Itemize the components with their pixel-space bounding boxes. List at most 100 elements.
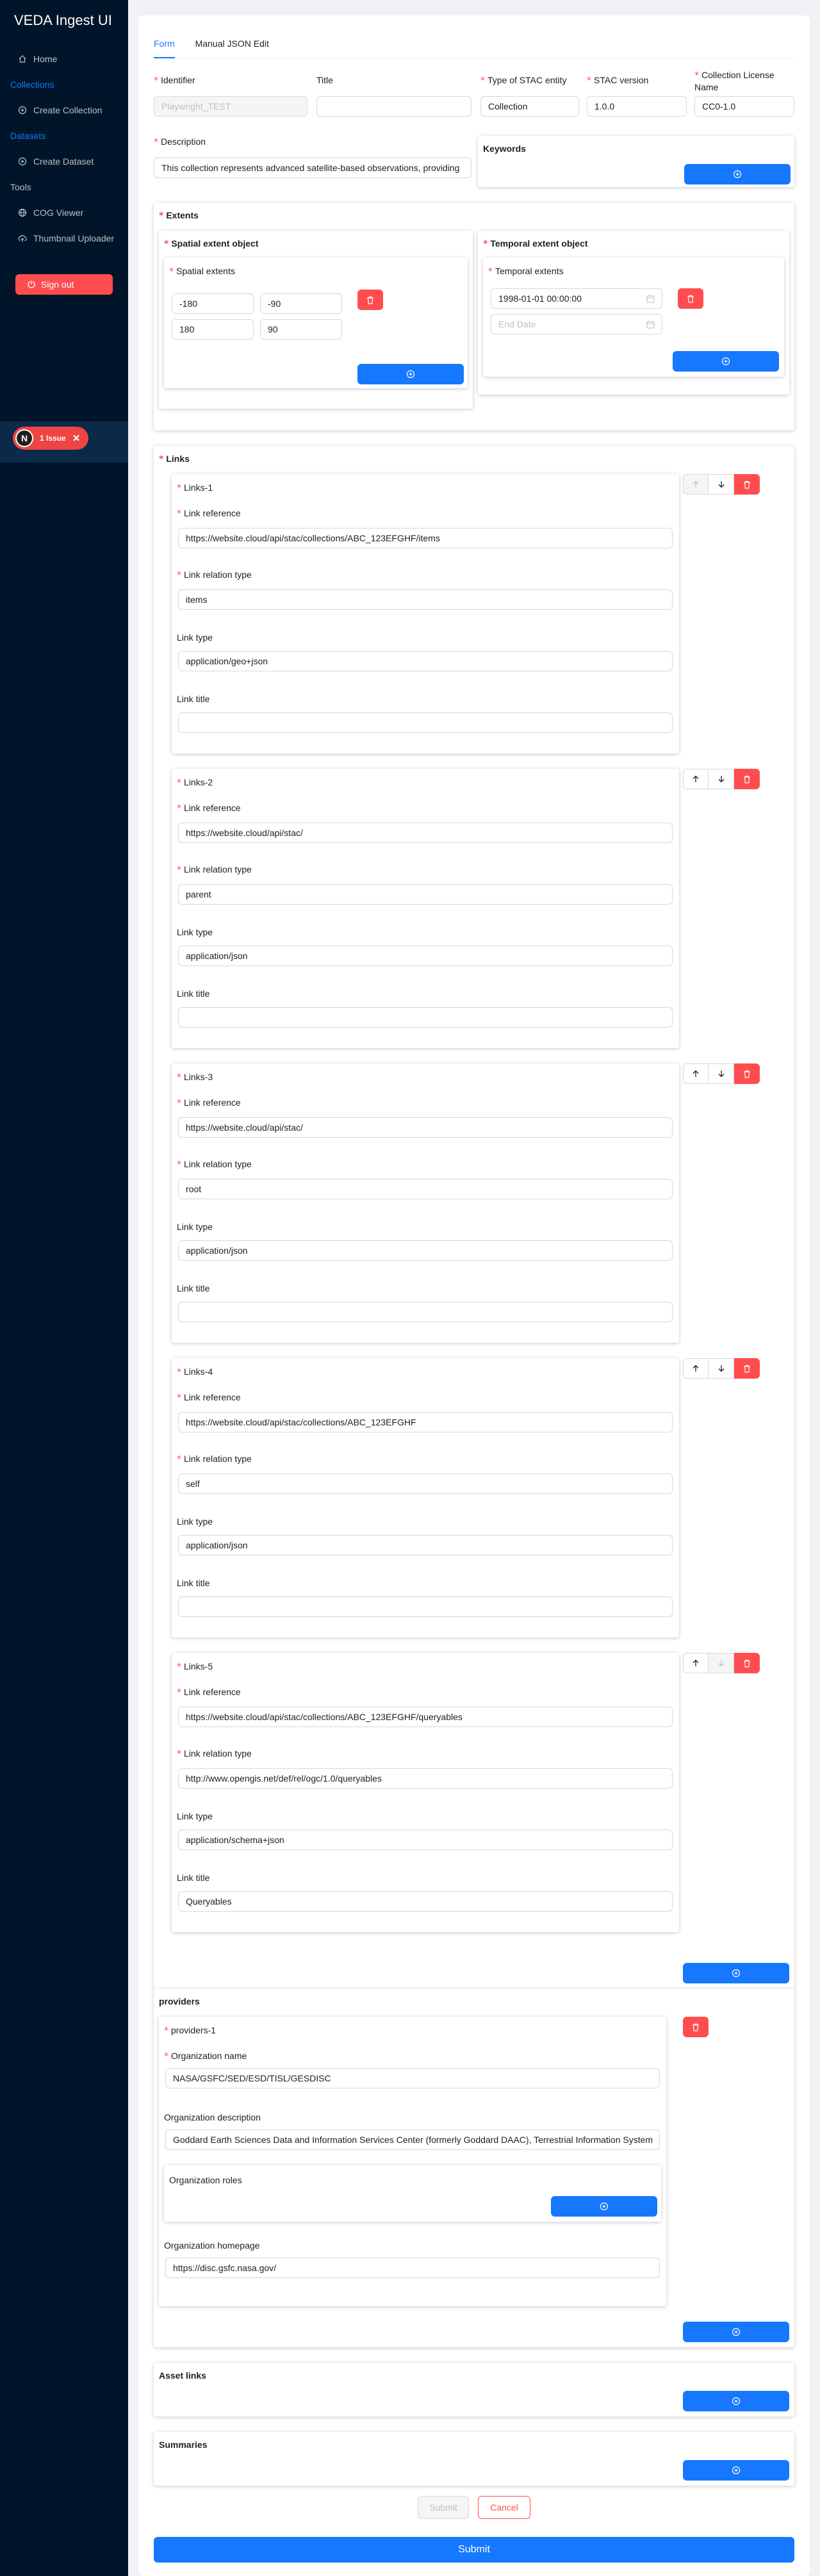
link-reference-input[interactable]	[178, 1117, 673, 1138]
providers-title: providers	[159, 1996, 200, 2006]
link-title-input[interactable]	[178, 1596, 673, 1617]
identifier-input[interactable]	[154, 96, 308, 117]
add-keyword-button[interactable]	[684, 164, 791, 185]
end-date-input[interactable]: End Date	[491, 314, 662, 334]
link-type-label: Link type	[177, 1222, 213, 1232]
license-input[interactable]	[694, 96, 794, 117]
org-description-input[interactable]	[165, 2129, 660, 2150]
sidebar-group-tools[interactable]: Tools	[0, 174, 128, 200]
delete-link-button[interactable]	[734, 1063, 760, 1084]
bbox-south-input[interactable]	[260, 293, 342, 314]
add-spatial-extent-button[interactable]	[357, 364, 464, 384]
link-title-input[interactable]	[178, 1302, 673, 1322]
bbox-east-input[interactable]	[172, 319, 254, 340]
link-type-input[interactable]	[178, 651, 673, 671]
link-reference-input[interactable]	[178, 823, 673, 843]
link-relation-input[interactable]	[178, 1768, 673, 1789]
stac-type-input[interactable]	[480, 96, 579, 117]
link-title-input[interactable]	[178, 1891, 673, 1912]
org-roles-label: Organization roles	[169, 2175, 242, 2185]
bbox-west-input[interactable]	[172, 293, 254, 314]
stac-version-input[interactable]	[587, 96, 687, 117]
org-name-input[interactable]	[165, 2068, 660, 2088]
add-link-button[interactable]	[683, 1963, 789, 1983]
link-type-input[interactable]	[178, 1535, 673, 1555]
link-type-input[interactable]	[178, 1240, 673, 1261]
sidebar-group-collections[interactable]: Collections	[0, 72, 128, 97]
move-link-up-button[interactable]	[683, 1358, 709, 1379]
title-label: Title	[316, 75, 333, 85]
delete-spatial-extent-button[interactable]	[357, 290, 383, 310]
identifier-label: * Identifier	[154, 75, 195, 86]
link-type-input[interactable]	[178, 946, 673, 966]
temporal-extents-card: * Temporal extents 1998-01-01 00:00:00 En…	[483, 258, 784, 377]
link-relation-label: * Link relation type	[177, 1159, 252, 1170]
link-relation-input[interactable]	[178, 884, 673, 905]
add-org-role-button[interactable]	[551, 2196, 657, 2217]
link-reference-label: * Link reference	[177, 1687, 241, 1698]
plus-circle-icon	[600, 2202, 609, 2211]
move-link-up-button[interactable]	[683, 474, 709, 495]
delete-link-button[interactable]	[734, 1653, 760, 1673]
link-type-input[interactable]	[178, 1830, 673, 1850]
bbox-north-input[interactable]	[260, 319, 342, 340]
delete-temporal-extent-button[interactable]	[678, 288, 703, 309]
tab-form[interactable]: Form	[154, 32, 175, 58]
delete-link-button[interactable]	[734, 474, 760, 495]
plus-circle-icon	[18, 157, 27, 166]
title-input[interactable]	[316, 96, 472, 117]
move-link-down-button[interactable]	[709, 1653, 734, 1673]
temporal-extents-label: * Temporal extents	[488, 266, 564, 277]
add-summary-button[interactable]	[683, 2460, 789, 2481]
link-item-card: *Links-3 *Link reference *Link relation ty…	[172, 1063, 679, 1343]
start-date-input[interactable]: 1998-01-01 00:00:00	[491, 288, 662, 309]
sidebar-item-home[interactable]: Home	[0, 46, 128, 72]
sidebar-item-create-dataset[interactable]: Create Dataset	[0, 149, 128, 174]
plus-circle-icon	[733, 170, 742, 179]
delete-link-button[interactable]	[734, 769, 760, 789]
link-relation-input[interactable]	[178, 1473, 673, 1494]
sidebar-item-cog-viewer[interactable]: COG Viewer	[0, 200, 128, 226]
trash-icon	[367, 296, 373, 304]
add-temporal-extent-button[interactable]	[673, 351, 779, 372]
link-relation-input[interactable]	[178, 589, 673, 610]
close-icon[interactable]: ✕	[72, 432, 81, 444]
add-provider-button[interactable]	[683, 2322, 789, 2342]
link-item-card: *Links-1 *Link reference *Link relation ty…	[172, 474, 679, 753]
move-link-up-button[interactable]	[683, 1653, 709, 1673]
plus-circle-icon	[732, 2327, 741, 2336]
move-link-down-button[interactable]	[709, 474, 734, 495]
link-relation-input[interactable]	[178, 1179, 673, 1199]
org-homepage-input[interactable]	[165, 2258, 660, 2278]
add-asset-link-button[interactable]	[683, 2391, 789, 2411]
move-link-up-button[interactable]	[683, 1063, 709, 1084]
link-item-name: * Links-1	[177, 482, 213, 493]
link-reference-input[interactable]	[178, 1412, 673, 1432]
move-link-up-button[interactable]	[683, 769, 709, 789]
arrow-down-icon	[718, 481, 724, 488]
tab-manual-json-edit[interactable]: Manual JSON Edit	[195, 32, 269, 58]
trash-icon	[693, 2023, 699, 2031]
submit-button[interactable]: Submit	[154, 2537, 794, 2563]
link-title-input[interactable]	[178, 1007, 673, 1028]
sign-out-button[interactable]: Sign out	[15, 274, 113, 295]
move-link-down-button[interactable]	[709, 1063, 734, 1084]
link-title-input[interactable]	[178, 712, 673, 733]
link-reference-label: * Link reference	[177, 508, 241, 519]
sidebar-group-datasets[interactable]: Datasets	[0, 123, 128, 149]
provider-item-card: *providers-1 *Organization name Organiza…	[159, 2017, 666, 2306]
issues-badge[interactable]: N 1 Issue ✕	[13, 427, 88, 450]
delete-provider-button[interactable]	[683, 2017, 709, 2037]
cancel-button[interactable]: Cancel	[478, 2496, 530, 2519]
move-link-down-button[interactable]	[709, 1358, 734, 1379]
delete-link-button[interactable]	[734, 1358, 760, 1379]
submit-small-button[interactable]: Submit	[418, 2496, 469, 2519]
link-type-label: Link type	[177, 632, 213, 643]
sidebar-item-thumbnail-uploader[interactable]: Thumbnail Uploader	[0, 226, 128, 251]
link-reference-input[interactable]	[178, 528, 673, 548]
trash-icon	[687, 295, 694, 303]
move-link-down-button[interactable]	[709, 769, 734, 789]
link-reference-input[interactable]	[178, 1707, 673, 1727]
sidebar-item-create-collection[interactable]: Create Collection	[0, 97, 128, 123]
description-input[interactable]	[154, 158, 472, 178]
